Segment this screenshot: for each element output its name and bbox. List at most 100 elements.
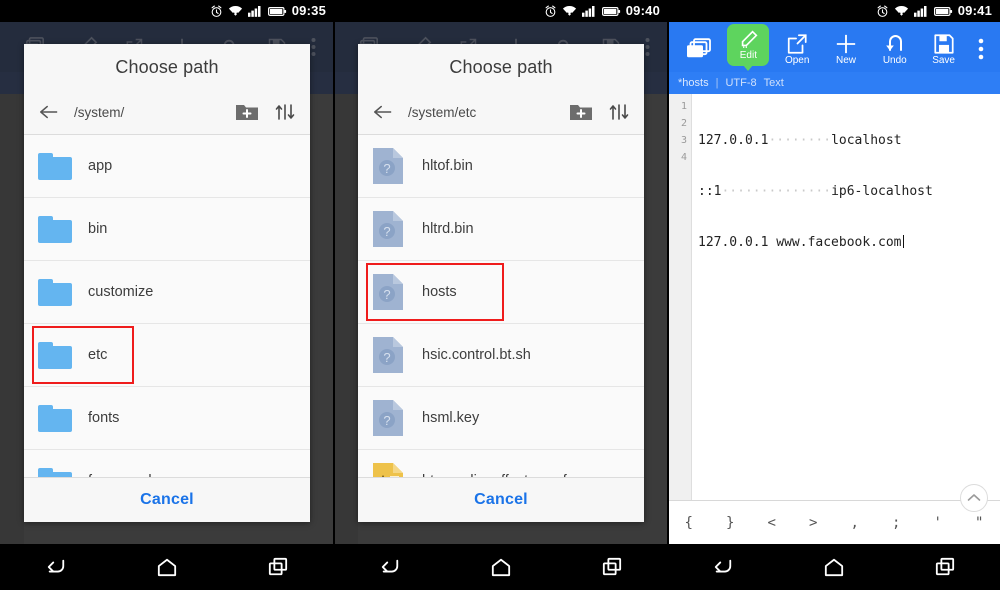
list-item[interactable]: ? hsic.control.bt.sh bbox=[358, 323, 644, 386]
alarm-icon bbox=[544, 4, 557, 18]
symbol-key[interactable]: { bbox=[668, 515, 710, 531]
list-item[interactable]: app bbox=[24, 134, 310, 197]
new-folder-icon[interactable] bbox=[234, 99, 260, 125]
status-bar: 09:35 bbox=[0, 0, 334, 22]
list-item-label: etc bbox=[88, 347, 108, 363]
recents-icon[interactable] bbox=[251, 544, 305, 590]
cancel-label: Cancel bbox=[140, 491, 194, 508]
file-name-label: *hosts bbox=[678, 77, 709, 89]
wifi-icon bbox=[228, 5, 243, 17]
list-item-label: customize bbox=[88, 284, 154, 300]
svg-text:?: ? bbox=[383, 161, 390, 176]
edit-button[interactable]: Edit bbox=[724, 24, 773, 71]
toolbar-label: New bbox=[835, 55, 856, 66]
symbol-key[interactable]: ' bbox=[917, 515, 959, 531]
list-item[interactable]: framework bbox=[24, 449, 310, 477]
status-time: 09:35 bbox=[291, 3, 326, 18]
badge-tip bbox=[743, 65, 754, 71]
nav-bar bbox=[668, 544, 1000, 590]
signal-icon bbox=[247, 5, 263, 17]
list-item[interactable]: bin bbox=[24, 197, 310, 260]
toolbar-label: Open bbox=[784, 55, 810, 66]
list-item[interactable]: customize bbox=[24, 260, 310, 323]
symbol-key[interactable]: " bbox=[959, 515, 1000, 531]
file-info-bar: *hosts | UTF-8 Text bbox=[668, 72, 1000, 94]
cancel-button[interactable]: Cancel bbox=[24, 477, 310, 522]
back-icon[interactable] bbox=[696, 544, 750, 590]
separator: | bbox=[715, 77, 719, 89]
folder-icon bbox=[38, 467, 72, 477]
back-icon[interactable] bbox=[363, 544, 417, 590]
tabs-icon[interactable] bbox=[674, 38, 724, 69]
current-path-label: /system/ bbox=[74, 104, 125, 120]
open-button[interactable]: Open bbox=[773, 33, 822, 69]
alarm-icon bbox=[210, 4, 223, 18]
symbol-shortcut-bar[interactable]: { } < > , ; ' " bbox=[668, 500, 1000, 544]
status-bar: 09:40 bbox=[334, 0, 668, 22]
overflow-icon bbox=[978, 38, 984, 60]
list-item[interactable]: ? hltrd.bin bbox=[358, 197, 644, 260]
list-item[interactable]: ? hltof.bin bbox=[358, 134, 644, 197]
list-item-label: hsml.key bbox=[422, 410, 480, 426]
unknown-file-icon: ? bbox=[372, 147, 406, 185]
overflow-button[interactable] bbox=[968, 38, 994, 69]
list-item-label: hsic.control.bt.sh bbox=[422, 347, 531, 363]
symbol-key[interactable]: > bbox=[793, 515, 835, 531]
code-line: 127.0.0.1········localhost bbox=[698, 132, 1000, 149]
folder-icon bbox=[38, 404, 72, 432]
path-bar: /system/ bbox=[24, 90, 310, 134]
sort-icon[interactable] bbox=[274, 101, 296, 123]
recents-icon[interactable] bbox=[585, 544, 639, 590]
list-item-selected[interactable]: etc bbox=[24, 323, 310, 386]
folder-icon bbox=[38, 215, 72, 243]
whitespace-dots: ········ bbox=[768, 133, 832, 148]
status-bar: 09:41 bbox=[668, 0, 1000, 22]
symbol-key[interactable]: ; bbox=[876, 515, 918, 531]
arrow-left-icon[interactable] bbox=[38, 101, 60, 123]
list-item-label: hltrd.bin bbox=[422, 221, 474, 237]
home-icon[interactable] bbox=[474, 544, 528, 590]
list-item[interactable]: Aa htc_audio_effects.conf bbox=[358, 449, 644, 477]
current-path-label: /system/etc bbox=[408, 104, 477, 120]
home-icon[interactable] bbox=[140, 544, 194, 590]
list-item-label: bin bbox=[88, 221, 108, 237]
save-button[interactable]: Save bbox=[919, 33, 968, 69]
line-number: 1 bbox=[680, 101, 687, 112]
cancel-button[interactable]: Cancel bbox=[358, 477, 644, 522]
unknown-file-icon: ? bbox=[372, 210, 406, 248]
editor-content-area[interactable]: 1 2 3 4 127.0.0.1········localhost ::1··… bbox=[668, 94, 1000, 500]
arrow-left-icon[interactable] bbox=[372, 101, 394, 123]
status-time: 09:40 bbox=[625, 3, 660, 18]
list-item[interactable]: ? hsml.key bbox=[358, 386, 644, 449]
unknown-file-icon: ? bbox=[372, 273, 406, 311]
list-item-label: hltof.bin bbox=[422, 158, 473, 174]
list-item-label: hosts bbox=[422, 284, 457, 300]
status-time: 09:41 bbox=[957, 3, 992, 18]
symbol-key[interactable]: , bbox=[834, 515, 876, 531]
home-icon[interactable] bbox=[807, 544, 861, 590]
open-icon bbox=[788, 34, 807, 54]
new-button[interactable]: New bbox=[822, 33, 871, 69]
text-file-icon: Aa bbox=[372, 462, 406, 477]
folder-icon bbox=[38, 278, 72, 306]
recents-icon[interactable] bbox=[918, 544, 972, 590]
list-item[interactable]: fonts bbox=[24, 386, 310, 449]
code-line-text: ::1 bbox=[698, 184, 722, 199]
file-list[interactable]: app bin customize etc fonts bbox=[24, 134, 310, 477]
code-text[interactable]: 127.0.0.1········localhost ::1··········… bbox=[692, 94, 1000, 500]
nav-bar bbox=[0, 544, 334, 590]
chevron-up-icon[interactable] bbox=[960, 484, 988, 512]
line-number: 3 bbox=[680, 135, 687, 146]
back-icon[interactable] bbox=[29, 544, 83, 590]
edit-badge[interactable]: Edit bbox=[727, 24, 770, 71]
choose-path-dialog: Choose path /system/etc ? hltof.bin ? hl… bbox=[358, 44, 644, 522]
undo-button[interactable]: Undo bbox=[870, 33, 919, 69]
symbol-key[interactable]: < bbox=[751, 515, 793, 531]
list-item-selected[interactable]: ? hosts bbox=[358, 260, 644, 323]
dialog-title: Choose path bbox=[449, 56, 553, 77]
new-folder-icon[interactable] bbox=[568, 99, 594, 125]
file-list[interactable]: ? hltof.bin ? hltrd.bin ? hosts ? hsic.c… bbox=[358, 134, 644, 477]
sort-icon[interactable] bbox=[608, 101, 630, 123]
symbol-key[interactable]: } bbox=[710, 515, 752, 531]
